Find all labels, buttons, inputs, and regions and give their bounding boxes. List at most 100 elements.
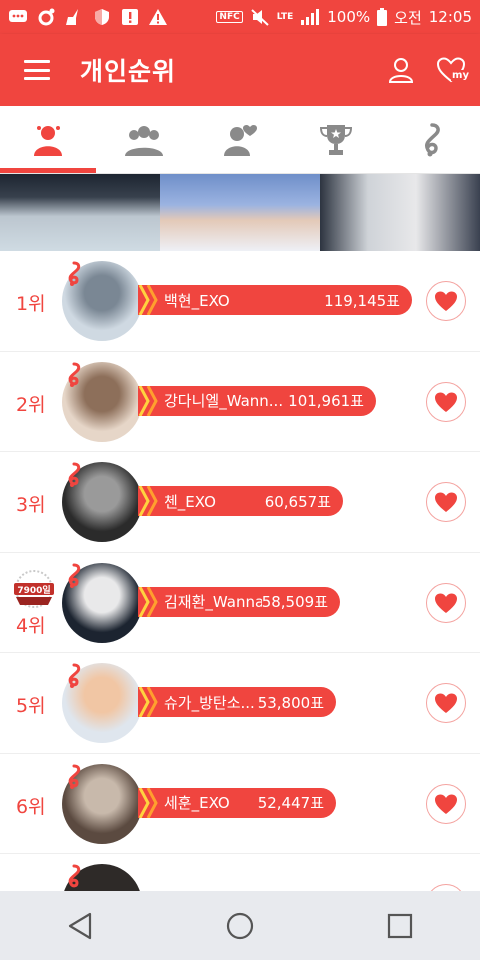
heart-person-icon (224, 124, 257, 156)
nfc-icon: NFC (216, 11, 243, 23)
music-note-badge-icon (64, 764, 84, 790)
music-note-badge-icon (64, 563, 84, 589)
recents-icon[interactable] (387, 913, 413, 939)
tab-favorite[interactable] (192, 106, 288, 173)
ranking-row[interactable]: 6위 세훈_EXO 52,447표 (0, 754, 480, 854)
group-icon (125, 125, 163, 156)
shield-icon (95, 9, 109, 25)
heart-icon (435, 492, 457, 512)
signal-icon (301, 9, 320, 25)
chevron-stripe-icon (138, 787, 158, 818)
vote-count: 119,145표 (324, 291, 400, 310)
heart-icon (435, 291, 457, 311)
ring-icon (38, 8, 55, 26)
rank-label: 5위 (16, 695, 46, 717)
vote-heart-button[interactable] (426, 381, 466, 422)
vote-heart-button[interactable] (426, 683, 466, 723)
vote-count: 53,800표 (257, 693, 324, 712)
ranking-row[interactable]: 2위 강다니엘_Wann... 101,961표 (0, 352, 480, 452)
vote-count: 58,509표 (261, 593, 328, 611)
broom-icon (66, 9, 78, 25)
vote-bar: 백현_EXO 119,145표 (138, 285, 412, 315)
profile-icon[interactable] (388, 57, 414, 83)
ranking-row[interactable]: 5위 슈가_방탄소... 53,800표 (0, 653, 480, 754)
clock-time: 12:05 (428, 8, 472, 26)
music-note-badge-icon (64, 462, 84, 488)
warning-icon (149, 9, 167, 25)
battery-percent: 100% (327, 8, 371, 26)
tab-individual[interactable] (0, 106, 96, 173)
tab-trophy[interactable] (288, 106, 384, 173)
heart-icon (435, 794, 457, 814)
banner-photo-2 (160, 174, 320, 251)
vote-heart-button[interactable] (426, 783, 466, 824)
rank-label: 1위 (16, 293, 46, 315)
artist-name: 강다니엘_Wann... (164, 392, 284, 410)
vote-bar: 슈가_방탄소... 53,800표 (138, 687, 336, 717)
banner-photo-3 (320, 174, 480, 251)
back-icon[interactable] (67, 912, 93, 940)
my-heart-button[interactable]: my (436, 57, 470, 83)
heart-icon (435, 693, 457, 713)
music-note-badge-icon (64, 261, 84, 287)
vote-count: 52,447표 (257, 794, 324, 812)
photo-banner[interactable] (0, 174, 480, 251)
ranking-list: 1위 백현_EXO 119,145표 2위 강다니엘_Wann... 101,9… (0, 251, 480, 891)
artist-name: 슈가_방탄소... (164, 693, 255, 712)
vote-heart-button[interactable] (426, 582, 466, 623)
music-note-icon (424, 122, 440, 156)
tab-group[interactable] (96, 106, 192, 173)
music-note-badge-icon (64, 362, 84, 388)
anniversary-medal-icon: 7900일 (10, 569, 58, 613)
vote-bar: 첸_EXO 60,657표 (138, 486, 343, 516)
heart-icon (435, 593, 457, 613)
trophy-icon (319, 124, 353, 155)
app-bar: 개인순위 my (0, 34, 480, 106)
vote-heart-button[interactable] (426, 482, 466, 522)
person-icon (34, 125, 62, 156)
category-tabs (0, 106, 480, 174)
chevron-stripe-icon (138, 385, 158, 416)
chat-icon (9, 10, 27, 22)
artist-name: 세훈_EXO (164, 794, 230, 812)
status-bar: NFC LTE 100% 오전 12:05 (0, 0, 480, 34)
clock-ampm: 오전 (394, 8, 422, 27)
ranking-row-partial[interactable] (0, 854, 480, 891)
ranking-row[interactable]: 4위 김재환_Wanna... 58,509표 7900일 (0, 553, 480, 653)
vote-count: 101,961표 (288, 392, 364, 410)
vote-heart-button[interactable] (426, 281, 466, 321)
vote-bar: 강다니엘_Wann... 101,961표 (138, 385, 376, 416)
battery-icon (377, 8, 388, 26)
tab-music[interactable] (384, 106, 480, 173)
vote-bar: 세훈_EXO 52,447표 (138, 787, 336, 818)
artist-name: 김재환_Wanna... (164, 593, 262, 611)
artist-name: 첸_EXO (164, 492, 216, 511)
ranking-row[interactable]: 3위 첸_EXO 60,657표 (0, 452, 480, 553)
chevron-stripe-icon (138, 285, 158, 315)
mute-icon (251, 9, 269, 26)
rank-label: 4위 (16, 614, 46, 637)
rank-label: 3위 (16, 494, 46, 516)
heart-icon (435, 392, 457, 412)
banner-photo-1 (0, 174, 160, 251)
system-nav-bar (0, 891, 480, 960)
home-icon[interactable] (226, 912, 254, 940)
artist-name: 백현_EXO (164, 291, 230, 310)
music-note-badge-icon (64, 663, 84, 689)
vote-count: 60,657표 (264, 492, 331, 511)
my-label: my (451, 70, 470, 81)
rank-label: 2위 (16, 393, 46, 416)
hamburger-menu-icon[interactable] (24, 60, 50, 80)
vote-heart-button[interactable] (426, 884, 466, 891)
network-type: LTE (276, 12, 294, 22)
system-icons: NFC LTE 100% 오전 12:05 (216, 7, 472, 28)
page-title: 개인순위 (80, 57, 177, 86)
alert-box-icon (122, 9, 138, 25)
vote-bar: 김재환_Wanna... 58,509표 (138, 586, 340, 617)
notification-icons (8, 8, 168, 26)
chevron-stripe-icon (138, 486, 158, 516)
chevron-stripe-icon (138, 586, 158, 617)
chevron-stripe-icon (138, 687, 158, 717)
ranking-row[interactable]: 1위 백현_EXO 119,145표 (0, 251, 480, 352)
rank-label: 6위 (16, 795, 46, 818)
